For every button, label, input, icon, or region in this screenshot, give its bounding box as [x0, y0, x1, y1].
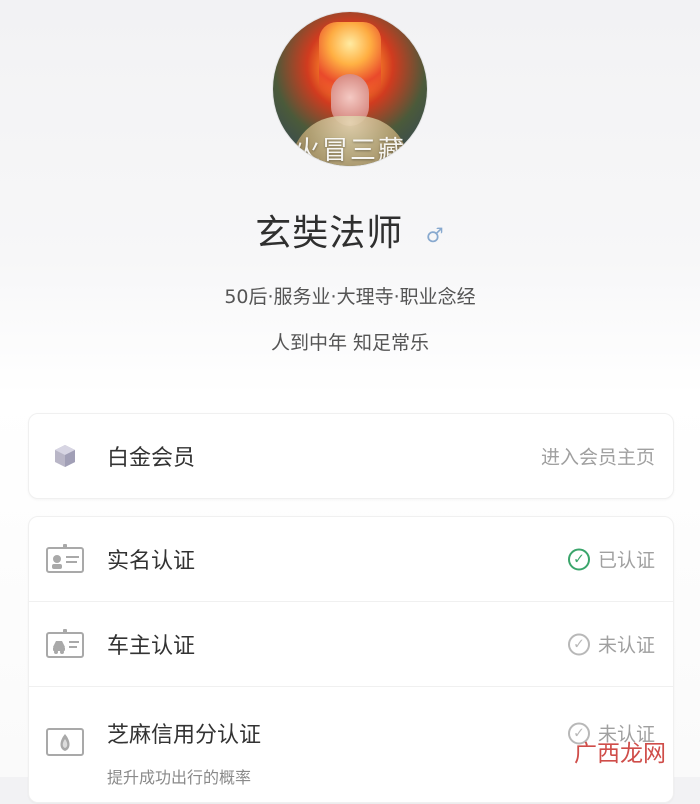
verification-label: 实名认证 [107, 549, 196, 574]
profile-meta: 50后·服务业·大理寺·职业念经 [224, 286, 476, 308]
membership-link[interactable]: 进入会员主页 [541, 443, 655, 470]
car-card-icon [45, 629, 85, 659]
verification-row-real-name[interactable]: 实名认证 ✓ 已认证 [29, 517, 673, 601]
verification-label: 车主认证 [107, 634, 196, 659]
diamond-icon [45, 441, 85, 471]
verification-status-text: 未认证 [597, 634, 655, 657]
profile-name-text: 玄奘法师 [255, 213, 404, 254]
membership-title: 白金会员 [107, 446, 196, 471]
membership-card[interactable]: 白金会员 进入会员主页 [28, 413, 674, 499]
verification-status: ✓ 未认证 [567, 631, 655, 658]
avatar-caption: 火冒三藏 [293, 136, 406, 166]
verification-label: 芝麻信用分认证 [107, 723, 262, 748]
gender-male-icon: ♂ [425, 223, 445, 247]
sesame-credit-icon [45, 727, 85, 757]
profile-name: 玄奘法师 ♂ [0, 204, 700, 256]
id-card-icon [45, 544, 85, 574]
watermark: 广西龙网 [574, 741, 666, 767]
verification-status: ✓ 已认证 [567, 546, 655, 573]
verification-row-car-owner[interactable]: 车主认证 ✓ 未认证 [29, 601, 673, 686]
check-circle-icon: ✓ [567, 548, 590, 570]
verification-status-text: 已认证 [597, 549, 655, 572]
profile-avatar[interactable]: 火冒三藏 [273, 12, 427, 166]
check-circle-icon: ✓ [567, 633, 590, 655]
profile-motto: 人到中年 知足常乐 [270, 332, 430, 354]
verification-subtitle: 提升成功出行的概率 [107, 768, 252, 787]
membership-row[interactable]: 白金会员 进入会员主页 [29, 414, 673, 498]
